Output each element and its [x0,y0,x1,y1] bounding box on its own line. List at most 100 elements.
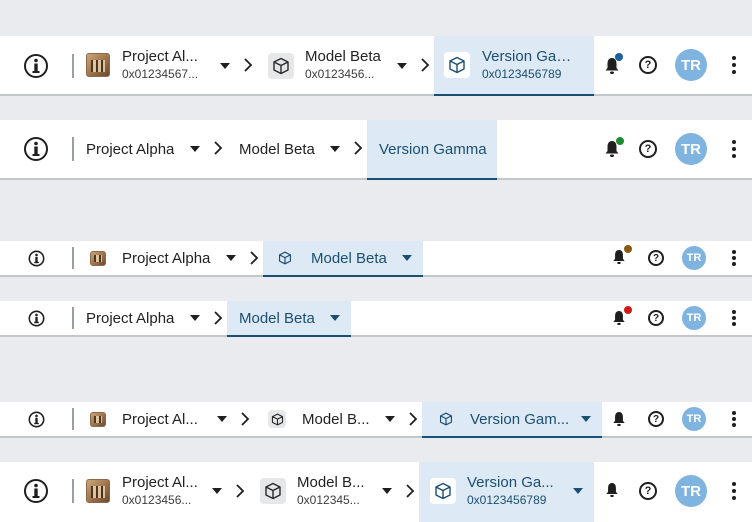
help-icon[interactable]: ? [648,411,664,427]
chevron-right-icon [214,311,223,325]
divider [72,307,74,329]
model-caret-down-icon[interactable] [397,63,407,69]
help-icon[interactable]: ? [648,250,664,266]
project-name[interactable]: Project Al... [122,48,207,65]
chevron-right-icon [236,484,245,498]
notification-dot [624,245,632,253]
version-tab-active[interactable]: Version Ga... 0x0123456789 [419,462,594,522]
chevron-right-icon [409,412,418,426]
kebab-menu-icon[interactable] [732,56,736,74]
version-tab-active[interactable]: Version Gam... [422,402,602,438]
help-icon[interactable]: ? [639,140,657,158]
project-caret-down-icon[interactable] [220,63,230,69]
user-avatar[interactable]: TR [675,475,707,507]
header-bar-4: Project Alpha Model Beta ? TR [0,301,752,337]
cube-icon [268,410,286,428]
project-name[interactable]: Project Alpha [86,310,186,327]
model-tab-active[interactable]: Model Beta [227,301,351,337]
model-name: Model Beta [239,310,315,327]
notification-dot [616,137,624,145]
project-caret-down-icon[interactable] [226,255,236,261]
info-logo-icon[interactable] [27,309,45,327]
cube-icon [430,478,456,504]
info-logo-icon[interactable] [22,477,50,505]
info-logo-icon[interactable] [27,410,45,428]
cube-icon [438,411,454,427]
bell-icon[interactable] [612,411,626,427]
model-name[interactable]: Model Beta [305,48,390,65]
model-name[interactable]: Model Beta [239,141,324,158]
chevron-right-icon [421,58,430,72]
user-avatar[interactable]: TR [682,306,706,330]
divider [72,247,74,269]
version-tab-active[interactable]: Version Gamm... 0x0123456789 [434,36,594,96]
project-caret-down-icon[interactable] [212,488,222,494]
kebab-menu-icon[interactable] [732,411,736,427]
cube-icon [444,52,470,78]
notification-dot [615,53,623,61]
model-caret-down-icon[interactable] [385,416,395,422]
info-logo-icon[interactable] [27,249,45,267]
project-thumbnail [86,53,110,77]
header-bar-2: Project Alpha Model Beta Version Gamma ?… [0,120,752,180]
chevron-right-icon [244,58,253,72]
model-caret-down-icon[interactable] [402,255,412,261]
version-name: Version Ga... [467,474,554,491]
chevron-right-icon [406,484,415,498]
cube-icon [268,53,294,79]
project-name[interactable]: Project Alpha [86,141,186,158]
version-tab-active[interactable]: Version Gamma [367,120,497,180]
project-id: 0x01234567... [122,67,199,81]
model-name[interactable]: Model B... [302,411,377,428]
project-thumbnail [90,412,106,427]
model-caret-down-icon[interactable] [382,488,392,494]
kebab-menu-icon[interactable] [732,250,736,266]
model-caret-down-icon[interactable] [330,146,340,152]
header-bar-1: Project Al... 0x01234567... Model Beta 0… [0,36,752,96]
version-id: 0x0123456789 [482,67,562,81]
model-name[interactable]: Model B... [297,474,372,491]
kebab-menu-icon[interactable] [732,310,736,326]
model-name: Model Beta [311,250,387,267]
divider [72,137,74,161]
project-name[interactable]: Project Alpha [122,250,222,267]
cube-icon [277,250,293,266]
version-id: 0x0123456789 [467,493,547,507]
model-tab-active[interactable]: Model Beta [263,241,423,277]
version-name: Version Gam... [470,411,570,428]
chevron-right-icon [214,141,223,155]
project-caret-down-icon[interactable] [190,315,200,321]
project-thumbnail [90,251,106,266]
help-icon[interactable]: ? [648,310,664,326]
header-bar-6: Project Al... 0x0123456... Model B... 0x… [0,462,752,522]
divider [72,408,74,430]
project-caret-down-icon[interactable] [190,146,200,152]
header-bar-3: Project Alpha Model Beta ? TR [0,241,752,277]
bell-icon[interactable] [605,482,619,498]
project-caret-down-icon[interactable] [217,416,227,422]
user-avatar[interactable]: TR [682,407,706,431]
help-icon[interactable]: ? [639,56,657,74]
chevron-right-icon [250,251,259,265]
model-id: 0x0123456... [305,67,375,81]
version-caret-down-icon[interactable] [573,488,583,494]
chevron-right-icon [241,412,250,426]
divider [72,479,74,503]
user-avatar[interactable]: TR [675,133,707,165]
cube-icon [260,478,286,504]
help-icon[interactable]: ? [639,482,657,500]
divider [72,54,74,78]
project-name[interactable]: Project Al... [122,474,202,491]
model-id: 0x012345... [297,493,360,507]
kebab-menu-icon[interactable] [732,140,736,158]
project-name[interactable]: Project Al... [122,411,207,428]
info-logo-icon[interactable] [22,52,50,80]
version-caret-down-icon[interactable] [581,416,591,422]
user-avatar[interactable]: TR [675,49,707,81]
kebab-menu-icon[interactable] [732,482,736,500]
user-avatar[interactable]: TR [682,246,706,270]
model-caret-down-icon[interactable] [330,315,340,321]
version-name: Version Gamma [379,141,487,158]
info-logo-icon[interactable] [22,135,50,163]
project-id: 0x0123456... [122,493,192,507]
